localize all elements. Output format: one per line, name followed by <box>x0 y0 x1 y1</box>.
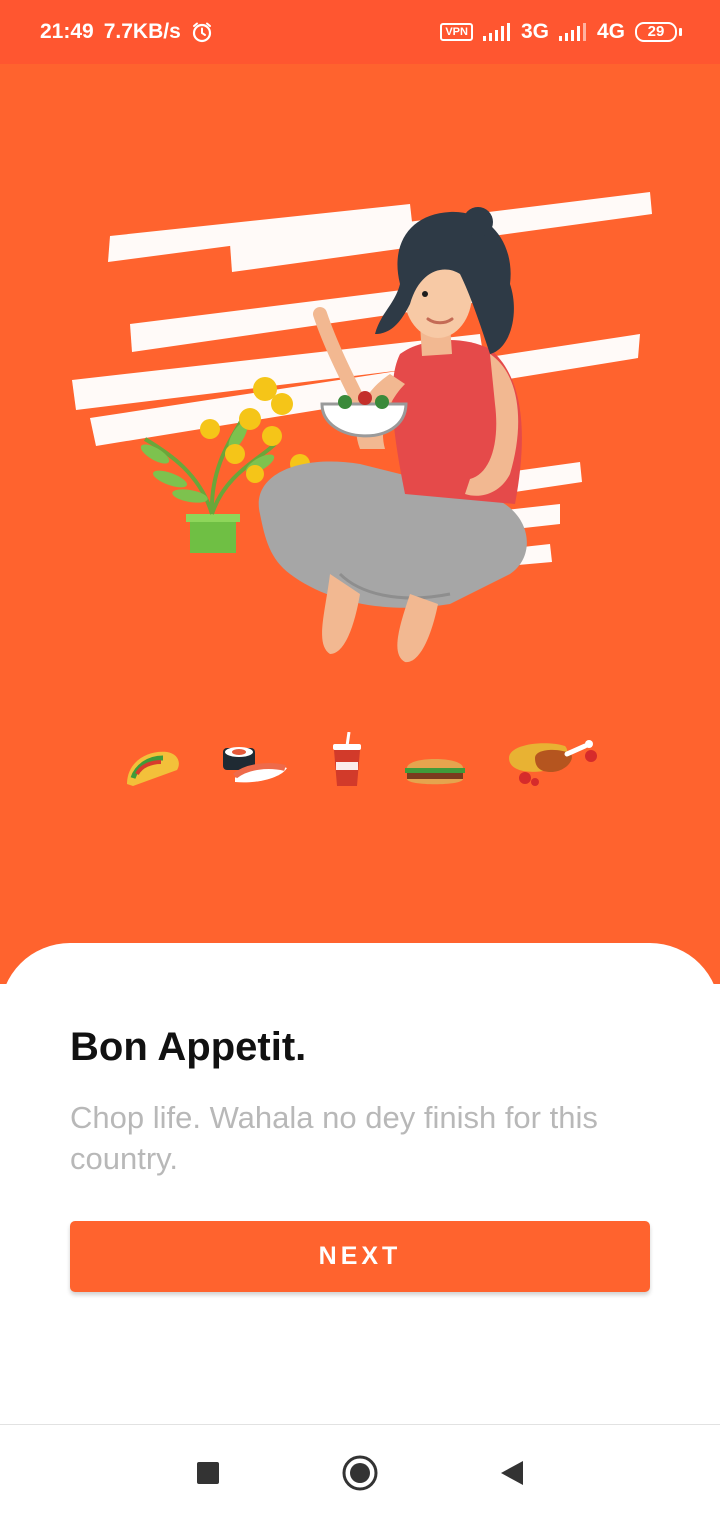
system-nav-bar <box>0 1424 720 1520</box>
recents-square-icon[interactable] <box>186 1451 230 1495</box>
alarm-icon <box>191 21 213 43</box>
onboarding-title: Bon Appetit. <box>70 1025 307 1069</box>
network-type-2: 4G <box>596 20 625 43</box>
signal-icon <box>482 23 511 41</box>
signal-icon-2 <box>558 23 587 41</box>
status-right: VPN 3G 4G 29 <box>440 20 682 44</box>
status-left: 21:49 7.7KB/s <box>40 20 213 44</box>
soda-cup-icon <box>329 732 365 788</box>
next-button[interactable]: NEXT <box>70 1221 650 1292</box>
battery-icon: 29 <box>635 22 682 42</box>
network-type-1: 3G <box>520 20 549 43</box>
back-triangle-icon[interactable] <box>490 1451 534 1495</box>
status-time: 21:49 <box>40 20 94 43</box>
onboarding-subtitle: Chop life. Wahala no dey finish for this… <box>70 1100 598 1176</box>
hero-section <box>0 64 720 984</box>
onboarding-sheet: Bon Appetit. Chop life. Wahala no dey fi… <box>0 943 720 1425</box>
chicken-drumstick-icon <box>505 738 597 788</box>
battery-cap <box>679 28 682 36</box>
network-speed: 7.7KB/s <box>103 20 181 43</box>
food-icons-row <box>0 732 720 788</box>
sushi-icon <box>221 744 291 788</box>
status-bar: 21:49 7.7KB/s VPN 3G 4G 29 <box>0 0 720 64</box>
battery-level: 29 <box>635 22 677 42</box>
taco-icon <box>123 744 183 788</box>
vpn-badge: VPN <box>440 23 473 41</box>
burger-icon <box>403 752 467 788</box>
home-circle-icon[interactable] <box>338 1451 382 1495</box>
woman-eating-salad-illustration <box>72 192 652 663</box>
